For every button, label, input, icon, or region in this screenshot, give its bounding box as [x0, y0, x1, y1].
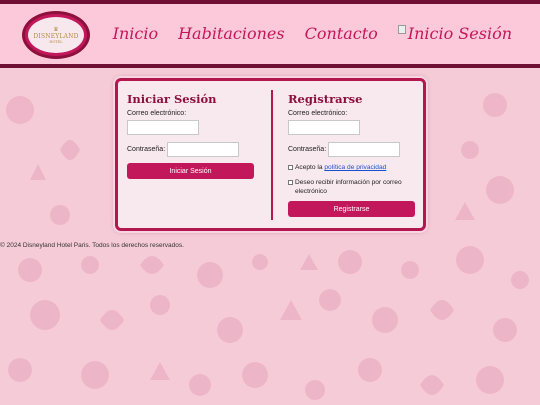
privacy-prefix: Acepto la: [295, 164, 325, 171]
register-section: Registrarse Correo electrónico: Contrase…: [288, 92, 418, 217]
register-password-label: Contraseña:: [288, 146, 327, 153]
broken-image-icon: [397, 25, 406, 34]
newsletter-row: Deseo recibir información por correo ele…: [288, 178, 418, 196]
logo-subtitle: HOTEL: [49, 40, 63, 44]
nav-inicio[interactable]: Inicio: [113, 24, 158, 43]
panel-divider: [271, 90, 273, 220]
login-title: Iniciar Sesión: [127, 92, 217, 106]
register-email-input[interactable]: [288, 120, 360, 135]
privacy-checkbox[interactable]: [288, 165, 293, 170]
header-bar: ♛ DISNEYLAND HOTEL Inicio Habitaciones C…: [0, 0, 540, 68]
login-section: Iniciar Sesión Correo electrónico: Contr…: [127, 92, 257, 179]
nav-habitaciones[interactable]: Habitaciones: [178, 24, 285, 43]
register-password-input[interactable]: [328, 142, 401, 157]
nav-inicio-sesion[interactable]: Inicio Sesión: [397, 24, 512, 43]
logo-brand: DISNEYLAND: [33, 33, 79, 40]
nav-inicio-sesion-label: Inicio Sesión: [407, 24, 512, 43]
login-password-input[interactable]: [167, 142, 240, 157]
logo-crest: ♛: [53, 26, 59, 33]
login-password-label: Contraseña:: [127, 146, 166, 153]
auth-panel: Iniciar Sesión Correo electrónico: Contr…: [115, 78, 426, 231]
main-nav: Inicio Habitaciones Contacto Inicio Sesi…: [113, 24, 512, 43]
nav-contacto[interactable]: Contacto: [305, 24, 378, 43]
privacy-policy-link[interactable]: política de privacidad: [324, 164, 386, 171]
login-submit-button[interactable]: Iniciar Sesión: [127, 163, 254, 179]
register-submit-button[interactable]: Registrarse: [288, 201, 415, 217]
privacy-row: Acepto la política de privacidad: [288, 163, 418, 172]
footer-copyright: © 2024 Disneyland Hotel Paris. Todos los…: [0, 242, 184, 249]
newsletter-label: Deseo recibir información por correo ele…: [295, 179, 402, 195]
register-email-label: Correo electrónico:: [288, 110, 348, 117]
newsletter-checkbox[interactable]: [288, 180, 293, 185]
login-email-label: Correo electrónico:: [127, 110, 187, 117]
login-email-input[interactable]: [127, 120, 199, 135]
hotel-logo[interactable]: ♛ DISNEYLAND HOTEL: [22, 11, 90, 59]
register-title: Registrarse: [288, 92, 363, 106]
